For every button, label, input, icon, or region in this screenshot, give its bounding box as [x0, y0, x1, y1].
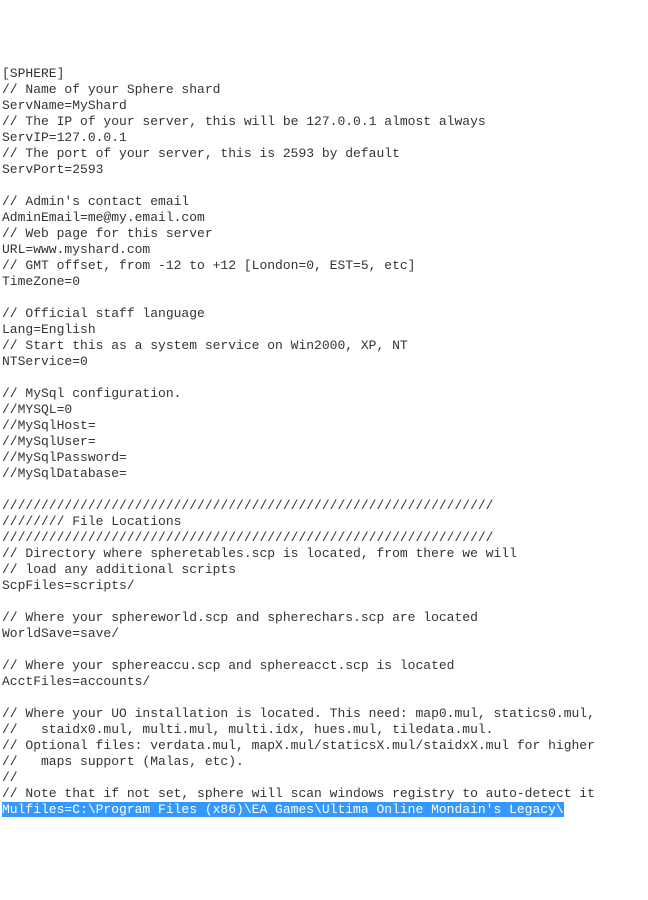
config-line: // Official staff language [2, 306, 646, 322]
config-line: ServIP=127.0.0.1 [2, 130, 646, 146]
config-line: // The port of your server, this is 2593… [2, 146, 646, 162]
config-line: //////// File Locations [2, 514, 646, 530]
config-line: // Where your UO installation is located… [2, 706, 646, 722]
config-line: AcctFiles=accounts/ [2, 674, 646, 690]
config-line: // Web page for this server [2, 226, 646, 242]
config-line: WorldSave=save/ [2, 626, 646, 642]
config-line: //MYSQL=0 [2, 402, 646, 418]
config-line [2, 482, 646, 498]
config-line: Lang=English [2, 322, 646, 338]
config-line: // Where your sphereaccu.scp and spherea… [2, 658, 646, 674]
config-line: URL=www.myshard.com [2, 242, 646, 258]
config-line: ScpFiles=scripts/ [2, 578, 646, 594]
config-line: //MySqlDatabase= [2, 466, 646, 482]
config-line: NTService=0 [2, 354, 646, 370]
config-line: // Where your sphereworld.scp and sphere… [2, 610, 646, 626]
config-line: // [2, 770, 646, 786]
config-line: //MySqlHost= [2, 418, 646, 434]
config-line: // load any additional scripts [2, 562, 646, 578]
config-line: // Start this as a system service on Win… [2, 338, 646, 354]
config-line: AdminEmail=me@my.email.com [2, 210, 646, 226]
selected-text[interactable]: Mulfiles=C:\Program Files (x86)\EA Games… [2, 802, 564, 817]
config-line: TimeZone=0 [2, 274, 646, 290]
config-line: //MySqlUser= [2, 434, 646, 450]
config-line: ////////////////////////////////////////… [2, 498, 646, 514]
config-line [2, 370, 646, 386]
config-line [2, 594, 646, 610]
config-line: [SPHERE] [2, 66, 646, 82]
config-line: // GMT offset, from -12 to +12 [London=0… [2, 258, 646, 274]
config-line: ////////////////////////////////////////… [2, 530, 646, 546]
config-line: // Name of your Sphere shard [2, 82, 646, 98]
config-line: // MySql configuration. [2, 386, 646, 402]
config-line: // Admin's contact email [2, 194, 646, 210]
config-line [2, 642, 646, 658]
config-text: [SPHERE]// Name of your Sphere shardServ… [2, 66, 646, 818]
config-line: // maps support (Malas, etc). [2, 754, 646, 770]
config-line: // Directory where spheretables.scp is l… [2, 546, 646, 562]
config-line [2, 290, 646, 306]
config-line: //MySqlPassword= [2, 450, 646, 466]
config-line: // Optional files: verdata.mul, mapX.mul… [2, 738, 646, 754]
config-line: // staidx0.mul, multi.mul, multi.idx, hu… [2, 722, 646, 738]
config-line [2, 178, 646, 194]
config-line: // The IP of your server, this will be 1… [2, 114, 646, 130]
config-line: ServName=MyShard [2, 98, 646, 114]
highlighted-path-line[interactable]: Mulfiles=C:\Program Files (x86)\EA Games… [2, 802, 646, 818]
config-line [2, 690, 646, 706]
config-line: // Note that if not set, sphere will sca… [2, 786, 646, 802]
config-line: ServPort=2593 [2, 162, 646, 178]
